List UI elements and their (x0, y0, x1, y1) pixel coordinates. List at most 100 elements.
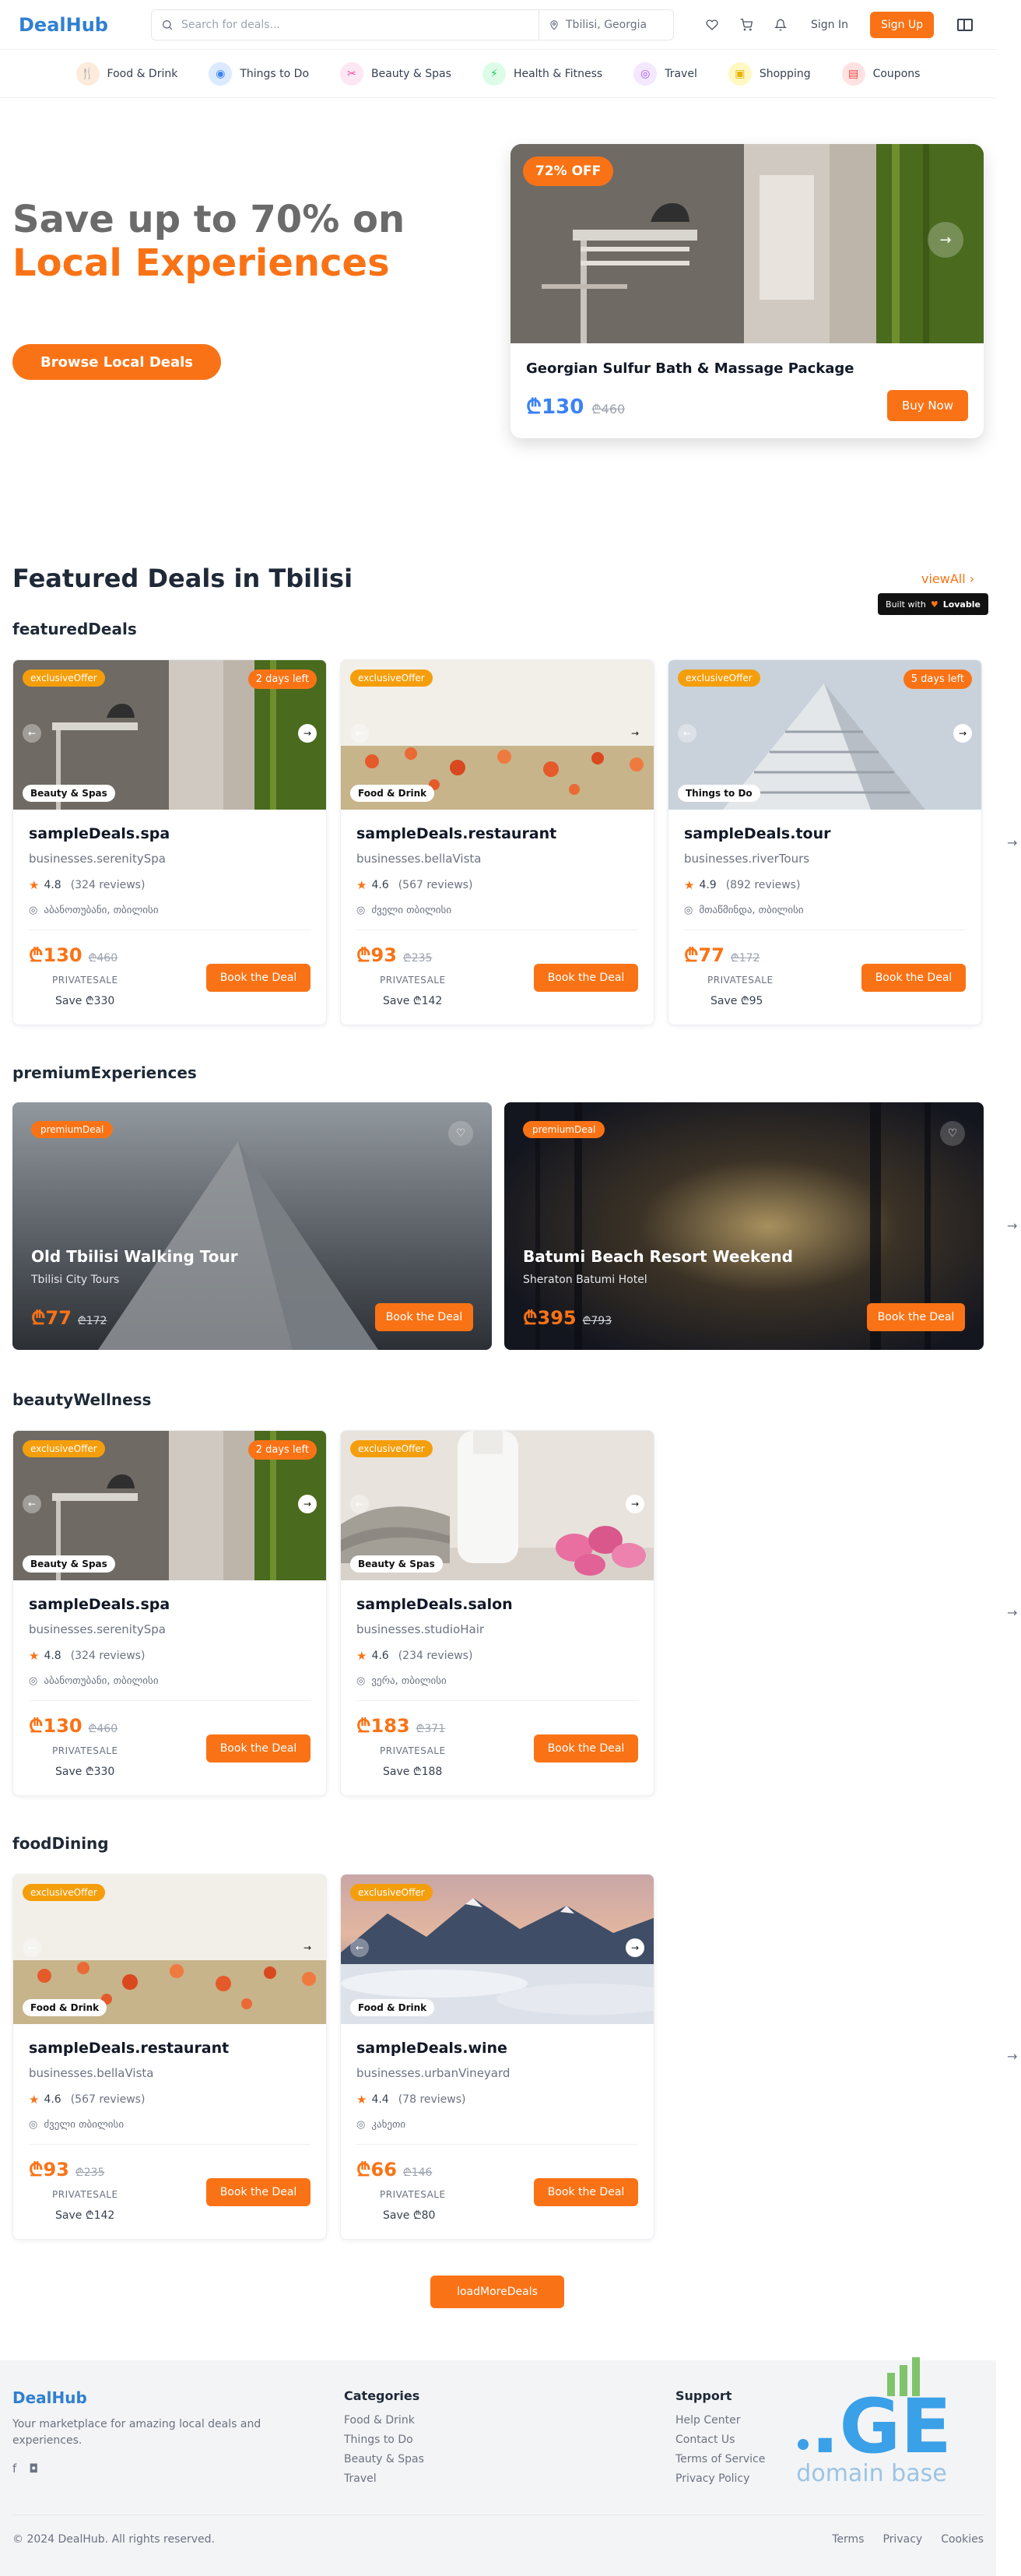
footer-link[interactable]: Privacy (882, 2533, 922, 2546)
premium-card-beach-resort[interactable]: premiumDeal ♡ Batumi Beach Resort Weeken… (504, 1102, 984, 1350)
buy-now-button[interactable]: Buy Now (887, 390, 968, 421)
divider (356, 1700, 638, 1701)
location-label: Tbilisi, Georgia (566, 18, 647, 31)
deal-title: sampleDeals.wine (356, 2040, 507, 2057)
category-shopping[interactable]: ▣ Shopping (728, 62, 811, 86)
prev-image-button[interactable]: ← (350, 724, 369, 743)
footer-link[interactable]: Food & Drink (344, 2414, 424, 2427)
group-title-beauty: beautyWellness (12, 1390, 152, 1409)
business-name: businesses.bellaVista (29, 2066, 154, 2080)
footer-logo[interactable]: DealHub (12, 2388, 87, 2407)
deal-card-spa[interactable]: exclusiveOffer 2 days left ← → Beauty & … (12, 1430, 327, 1796)
hero-deal-card[interactable]: 72% OFF → Georgian Sulfur Bath & Massage… (510, 144, 984, 438)
premium-deal-chip: premiumDeal (523, 1121, 605, 1138)
book-deal-button[interactable]: Book the Deal (534, 2178, 638, 2206)
heart-icon[interactable] (705, 18, 719, 32)
prev-image-button[interactable]: ← (23, 724, 41, 743)
exclusive-offer-chip: exclusiveOffer (23, 1884, 105, 1901)
built-with-lovable-badge[interactable]: Built with ♥ Lovable (878, 593, 988, 615)
book-deal-button[interactable]: Book the Deal (867, 1303, 965, 1331)
heart-icon[interactable]: ♡ (448, 1121, 473, 1146)
footer-link[interactable]: Terms (832, 2533, 864, 2546)
footer-link[interactable]: Terms of Service (675, 2453, 765, 2465)
address: ◎ აბანოთუბანი, თბილისი (29, 905, 159, 916)
category-label: Coupons (872, 67, 921, 80)
deal-card-salon[interactable]: exclusiveOffer ← → Beauty & Spas sampleD… (340, 1430, 654, 1796)
book-deal-button[interactable]: Book the Deal (861, 964, 966, 992)
facebook-icon[interactable]: f (12, 2462, 16, 2476)
sign-up-button[interactable]: Sign Up (870, 11, 935, 38)
browse-deals-button[interactable]: Browse Local Deals (12, 344, 221, 380)
next-image-button[interactable]: → (626, 1938, 644, 1957)
save-amount: Save ₾188 (383, 1766, 443, 1778)
category-coupons[interactable]: ▤ Coupons (841, 62, 921, 86)
search-bar[interactable]: Search for deals... Tbilisi, Georgia (151, 9, 674, 40)
next-image-button[interactable]: → (626, 1495, 644, 1513)
category-health-fitness[interactable]: ⚡ Health & Fitness (482, 62, 602, 86)
bell-icon[interactable] (774, 18, 788, 32)
next-image-button[interactable]: → (298, 1938, 317, 1957)
category-things-to-do[interactable]: ◉ Things to Do (209, 62, 309, 86)
prev-image-button[interactable]: ← (678, 724, 696, 743)
category-beauty-spas[interactable]: ✂ Beauty & Spas (340, 62, 451, 86)
rating: ★ 4.4 (78 reviews) (356, 2093, 466, 2107)
footer-link[interactable]: Cookies (941, 2533, 984, 2546)
footer-link[interactable]: Travel (344, 2472, 424, 2485)
footer-link[interactable]: Help Center (675, 2414, 765, 2427)
deal-card-restaurant[interactable]: exclusiveOffer ← → Food & Drink sampleDe… (340, 659, 654, 1025)
search-input[interactable]: Search for deals... (161, 9, 539, 40)
book-deal-button[interactable]: Book the Deal (534, 964, 638, 992)
save-amount: Save ₾142 (55, 2209, 115, 2222)
carousel-next-icon[interactable]: → (1007, 1218, 1017, 1233)
prev-image-button[interactable]: ← (23, 1495, 41, 1513)
logo[interactable]: DealHub (19, 14, 151, 36)
carousel-next-icon[interactable]: → (1007, 1605, 1017, 1620)
carousel-next-icon[interactable]: → (1007, 2049, 1017, 2064)
book-deal-button[interactable]: Book the Deal (206, 1734, 311, 1762)
category-food-drink[interactable]: 🍴 Food & Drink (75, 62, 177, 86)
next-image-button[interactable]: → (626, 724, 644, 743)
next-image-button[interactable]: → (298, 1495, 317, 1513)
carousel-next-icon[interactable]: → (1007, 835, 1017, 850)
prev-image-button[interactable]: ← (350, 1938, 369, 1957)
load-more-button[interactable]: loadMoreDeals (430, 2276, 564, 2308)
instagram-icon[interactable]: ◘ (29, 2462, 38, 2476)
discount-badge: 72% OFF (523, 156, 614, 186)
cart-icon[interactable] (739, 18, 753, 32)
star-icon: ★ (356, 2093, 367, 2107)
view-all-link[interactable]: viewAll › (921, 571, 974, 586)
deal-card-wine[interactable]: exclusiveOffer ← → Food & Drink sampleDe… (340, 1874, 654, 2240)
business-name: businesses.studioHair (356, 1622, 485, 1636)
footer-link[interactable]: Beauty & Spas (344, 2453, 424, 2465)
address: ◎ აბანოთუბანი, თბილისი (29, 1675, 159, 1687)
book-deal-button[interactable]: Book the Deal (206, 964, 311, 992)
divider (29, 1700, 311, 1701)
prev-image-button[interactable]: ← (23, 1938, 41, 1957)
premium-card-walking-tour[interactable]: premiumDeal ♡ Old Tbilisi Walking Tour T… (12, 1102, 492, 1350)
group-title-premium: premiumExperiences (12, 1063, 197, 1082)
hero-old-price: ₾460 (591, 402, 626, 416)
prev-image-button[interactable]: ← (350, 1495, 369, 1513)
sign-in-link[interactable]: Sign In (811, 19, 848, 31)
category-label: Things to Do (240, 67, 310, 80)
deal-card-spa[interactable]: exclusiveOffer 2 days left ← → Beauty & … (12, 659, 327, 1025)
footer-link[interactable]: Things to Do (344, 2434, 424, 2446)
panel-toggle-icon[interactable] (957, 18, 974, 31)
map-pin-icon: ◎ (356, 1675, 366, 1687)
next-image-button[interactable]: → (298, 724, 317, 743)
footer-link[interactable]: Contact Us (675, 2434, 765, 2446)
book-deal-button[interactable]: Book the Deal (534, 1734, 638, 1762)
deal-card-restaurant[interactable]: exclusiveOffer ← → Food & Drink sampleDe… (12, 1874, 327, 2240)
category-travel[interactable]: ◎ Travel (633, 62, 697, 86)
heart-icon[interactable]: ♡ (940, 1121, 965, 1146)
next-image-button[interactable]: → (928, 222, 963, 258)
deal-title: sampleDeals.spa (29, 1596, 170, 1613)
next-image-button[interactable]: → (953, 724, 972, 743)
book-deal-button[interactable]: Book the Deal (375, 1303, 473, 1331)
deal-image: exclusiveOffer ← → Food & Drink (13, 1875, 326, 2024)
location-selector[interactable]: Tbilisi, Georgia (539, 19, 664, 31)
book-deal-button[interactable]: Book the Deal (206, 2178, 311, 2206)
footer-link[interactable]: Privacy Policy (675, 2472, 765, 2485)
category-tag: Food & Drink (350, 1999, 435, 2016)
deal-card-tour[interactable]: exclusiveOffer 5 days left ← → Things to… (668, 659, 982, 1025)
